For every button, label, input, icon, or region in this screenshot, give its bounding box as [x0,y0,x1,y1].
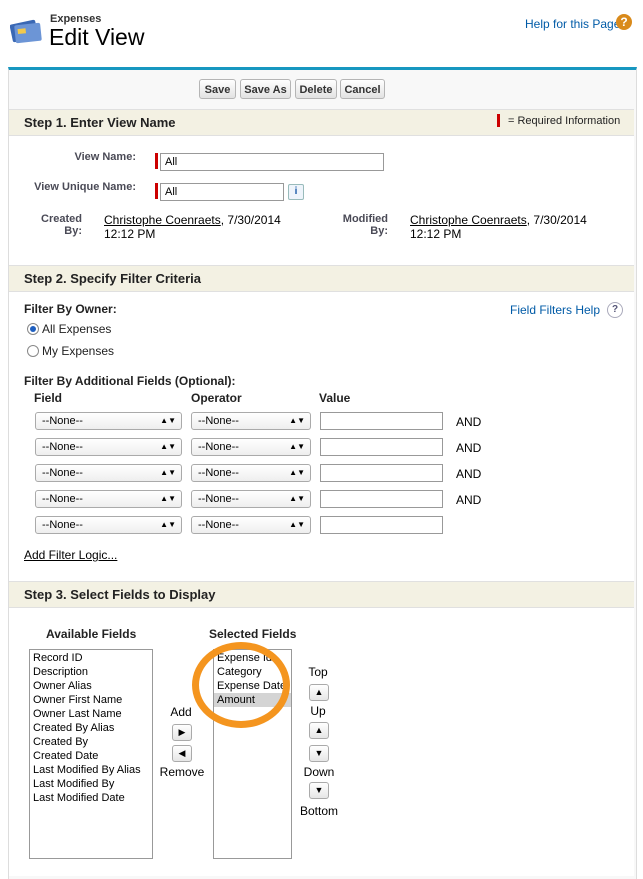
filter-operator-select[interactable]: --None-- ▲▼ [191,412,311,430]
filter-by-owner-label: Filter By Owner: [24,302,117,316]
remove-label: Remove [159,765,205,779]
filter-field-select[interactable]: --None-- ▲▼ [35,516,182,534]
modified-by-label: Modified By: [342,213,388,237]
filter-field-select[interactable]: --None-- ▲▼ [35,464,182,482]
cancel-button[interactable]: Cancel [340,79,385,99]
list-item[interactable]: Record ID [30,651,152,665]
step2-title: Step 2. Specify Filter Criteria [24,271,202,286]
my-expenses-label: My Expenses [42,344,115,358]
filter-value-input[interactable] [320,412,443,430]
available-fields-list[interactable]: Record ID Description Owner Alias Owner … [29,649,153,859]
save-as-button[interactable]: Save As [240,79,291,99]
help-for-page-link[interactable]: Help for this Page [525,17,620,31]
annotation-circle [192,642,290,728]
filter-operator-select[interactable]: --None-- ▲▼ [191,438,311,456]
field-column-header: Field [34,391,63,405]
required-legend: = Required Information [508,115,621,127]
delete-button[interactable]: Delete [295,79,337,99]
view-name-input[interactable] [160,153,384,171]
and-label: AND [456,441,482,455]
my-expenses-radio[interactable] [27,345,39,357]
required-indicator [155,183,158,199]
top-label: Top [308,665,328,679]
view-unique-name-input[interactable] [160,183,284,201]
filter-value-input[interactable] [320,438,443,456]
all-expenses-label: All Expenses [42,322,112,336]
step1-title: Step 1. Enter View Name [24,115,176,130]
add-right-arrow-button[interactable]: ▶ [172,724,192,741]
list-item[interactable]: Last Modified Date [30,791,152,805]
list-item[interactable]: Owner Alias [30,679,152,693]
available-fields-label: Available Fields [46,627,137,641]
filter-field-select[interactable]: --None-- ▲▼ [35,438,182,456]
required-indicator [497,114,500,127]
filter-value-input[interactable] [320,464,443,482]
created-by-user-link[interactable]: Christophe Coenraets [104,213,221,227]
filter-value-input[interactable] [320,516,443,534]
list-item[interactable]: Description [30,665,152,679]
remove-left-arrow-button[interactable]: ◀ [172,745,192,762]
selected-fields-label: Selected Fields [209,627,297,641]
created-by-label: Created By: [41,213,82,237]
move-down-button[interactable]: ▼ [309,745,329,762]
add-filter-logic-link[interactable]: Add Filter Logic... [24,548,117,562]
filter-operator-select[interactable]: --None-- ▲▼ [191,464,311,482]
list-item[interactable]: Created By Alias [30,721,152,735]
modified-by-value: Christophe Coenraets, 7/30/2014 12:12 PM [410,213,587,241]
filter-field-select[interactable]: --None-- ▲▼ [35,490,182,508]
all-expenses-radio[interactable] [27,323,39,335]
value-column-header: Value [319,391,351,405]
move-bottom-button[interactable]: ▼ [309,782,329,799]
modified-by-user-link[interactable]: Christophe Coenraets [410,213,527,227]
field-filters-help-icon[interactable]: ? [607,302,623,318]
filter-field-select[interactable]: --None-- ▲▼ [35,412,182,430]
list-item[interactable]: Created By [30,735,152,749]
required-indicator [155,153,158,169]
step3-title: Step 3. Select Fields to Display [24,587,216,602]
created-by-value: Christophe Coenraets, 7/30/2014 12:12 PM [104,213,281,241]
filter-operator-select[interactable]: --None-- ▲▼ [191,490,311,508]
up-label: Up [310,704,326,718]
save-button[interactable]: Save [199,79,236,99]
view-name-label: View Name: [74,151,136,163]
info-icon[interactable]: i [288,184,304,200]
and-label: AND [456,415,482,429]
help-icon[interactable]: ? [616,14,632,30]
and-label: AND [456,493,482,507]
operator-column-header: Operator [191,391,242,405]
list-item[interactable]: Last Modified By [30,777,152,791]
move-up-button[interactable]: ▲ [309,722,329,739]
list-item[interactable]: Owner First Name [30,693,152,707]
bottom-label: Bottom [299,804,338,818]
add-label: Add [170,705,192,719]
field-filters-help-link[interactable]: Field Filters Help [510,303,600,317]
view-unique-name-label: View Unique Name: [34,181,136,193]
list-item[interactable]: Owner Last Name [30,707,152,721]
and-label: AND [456,467,482,481]
filter-operator-select[interactable]: --None-- ▲▼ [191,516,311,534]
down-label: Down [303,765,335,779]
move-top-button[interactable]: ▲ [309,684,329,701]
list-item[interactable]: Created Date [30,749,152,763]
filter-value-input[interactable] [320,490,443,508]
additional-fields-label: Filter By Additional Fields (Optional): [24,374,236,388]
page-title: Edit View [49,24,145,50]
list-item[interactable]: Last Modified By Alias [30,763,152,777]
expenses-card-icon [10,19,42,44]
